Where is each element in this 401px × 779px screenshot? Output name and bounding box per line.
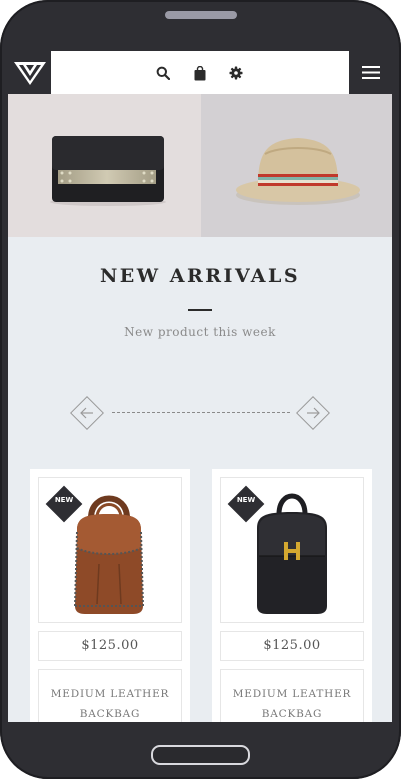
- banner-clutch[interactable]: [8, 94, 201, 237]
- top-bar: [8, 51, 392, 94]
- logo[interactable]: [8, 51, 51, 94]
- banner-hat[interactable]: [201, 94, 392, 237]
- section-subtitle: New product this week: [124, 325, 276, 339]
- home-button[interactable]: [151, 745, 250, 765]
- product-price: $125.00: [220, 631, 364, 661]
- new-badge-label: NEW: [54, 496, 74, 504]
- shopping-bag-icon: [194, 65, 206, 80]
- menu-button[interactable]: [349, 51, 392, 94]
- product-image-link[interactable]: NEW: [220, 477, 364, 623]
- app-screen: NEW ARRIVALS New product this week NEW $…: [8, 51, 392, 722]
- fedora-hat-image: [236, 138, 360, 205]
- arrow-left-icon: [80, 407, 93, 419]
- product-price: $125.00: [38, 631, 182, 661]
- cart-button[interactable]: [190, 63, 210, 83]
- slider-navigation: [68, 394, 332, 432]
- phone-speaker: [165, 11, 237, 19]
- product-card: NEW $125.00 MEDIUM LEATHER BACKBAG: [212, 469, 372, 722]
- product-image-link[interactable]: NEW: [38, 477, 182, 623]
- section-title: NEW ARRIVALS: [99, 265, 301, 287]
- new-badge-label: NEW: [236, 496, 256, 504]
- gear-icon: [229, 66, 243, 80]
- product-name[interactable]: MEDIUM LEATHER BACKBAG: [220, 669, 364, 722]
- search-icon: [156, 66, 170, 80]
- search-button[interactable]: [153, 63, 173, 83]
- product-name[interactable]: MEDIUM LEATHER BACKBAG: [38, 669, 182, 722]
- title-divider: [188, 309, 212, 311]
- phone-frame: NEW ARRIVALS New product this week NEW $…: [0, 0, 401, 779]
- slider-track: [112, 412, 290, 413]
- clutch-bag-image: [50, 136, 166, 206]
- arrow-right-icon: [307, 407, 320, 419]
- triangle-logo-icon: [13, 61, 46, 85]
- product-card: NEW $125.00 MEDIUM LEATHER BACKBAG: [30, 469, 190, 722]
- settings-button[interactable]: [226, 63, 246, 83]
- hamburger-menu-icon: [361, 66, 380, 79]
